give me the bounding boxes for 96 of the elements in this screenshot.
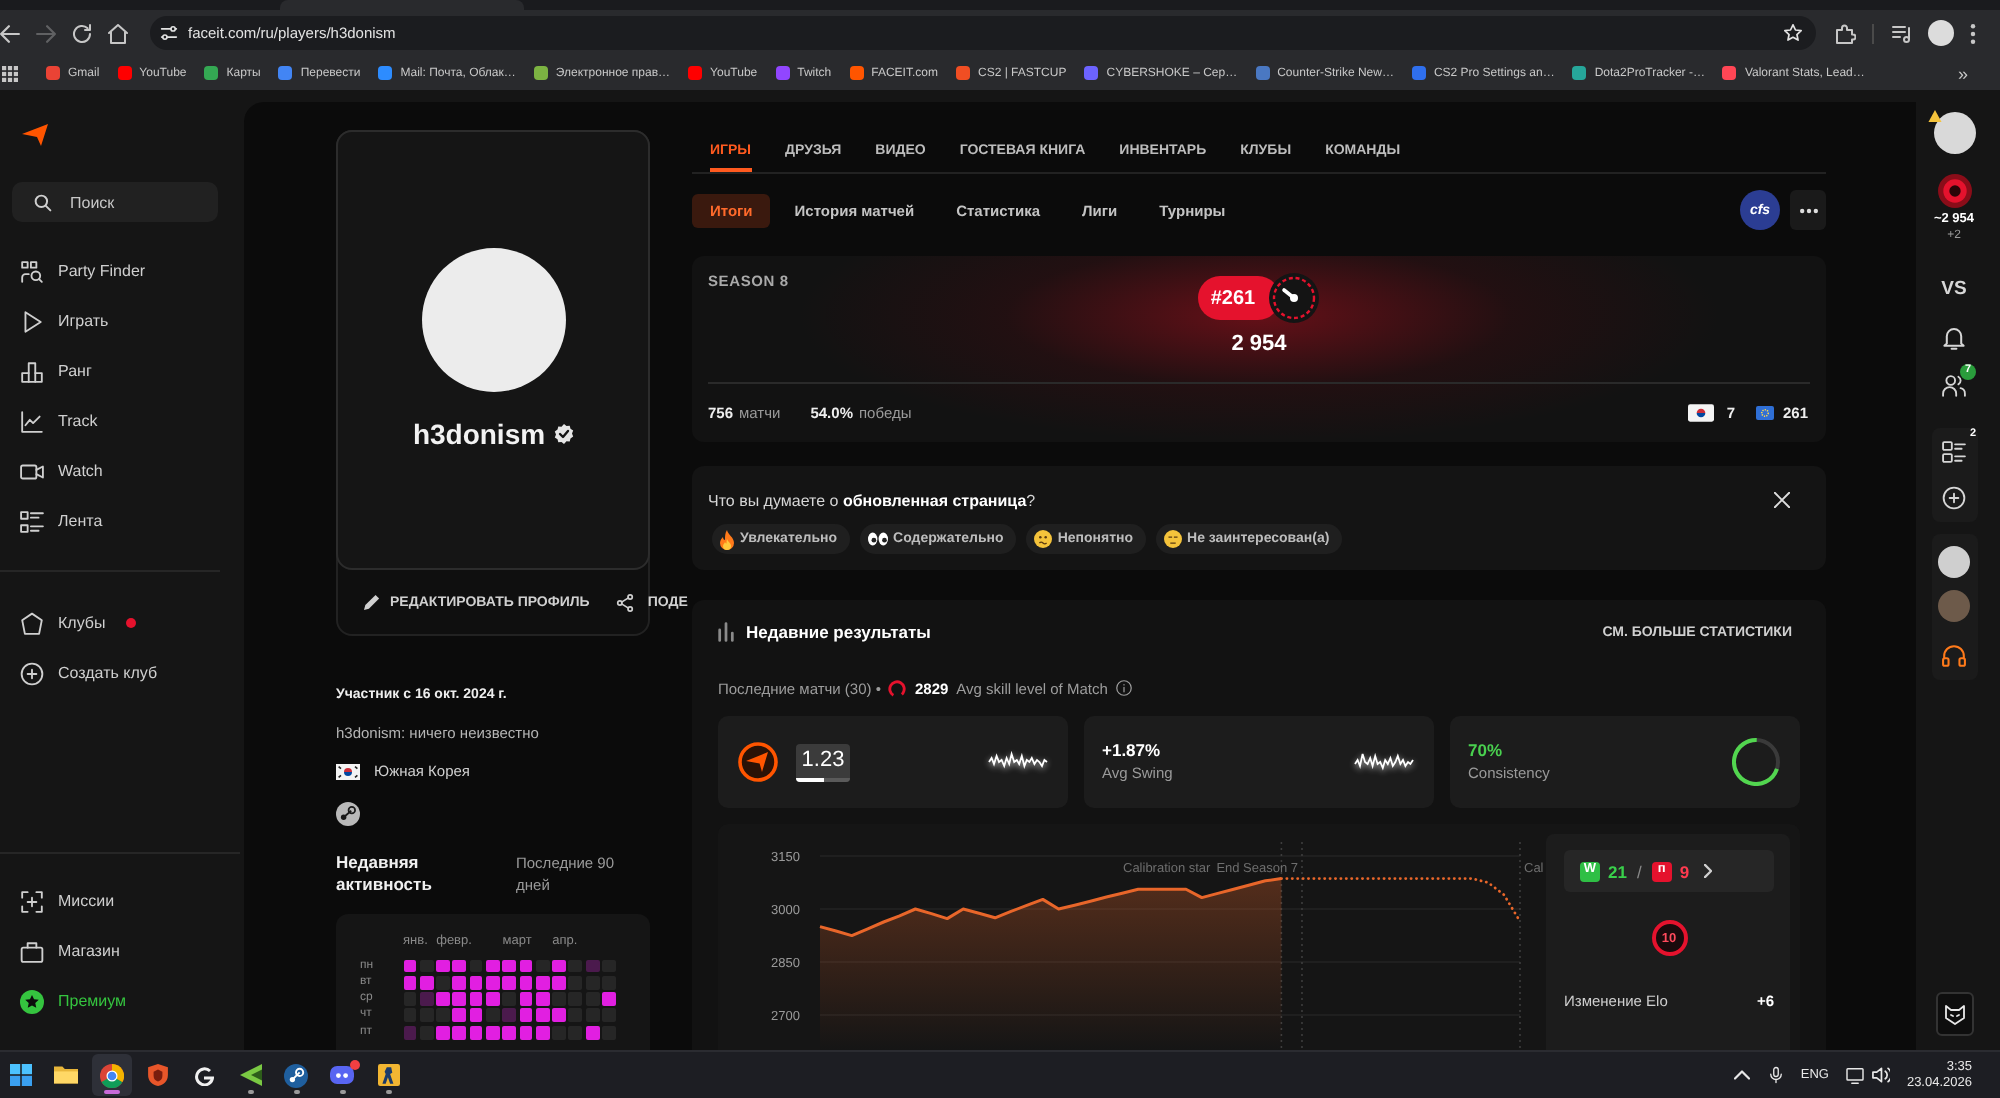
skill-gauge-icon [888,679,907,697]
nav-item[interactable]: Клубы [0,598,136,648]
bag-icon [20,939,44,963]
search-field[interactable]: Поиск [12,182,218,222]
video-camera-icon [20,459,44,483]
progress-ring [1732,738,1780,786]
rank-badge: #261 [1198,276,1280,320]
nav-item[interactable]: Ранг [0,346,92,396]
warning-icon [1927,110,1941,122]
avatar[interactable] [1928,20,1954,46]
chevron-right-icon[interactable] [1703,864,1712,878]
arrow-circle-icon [738,742,778,782]
line-chart-icon [20,409,44,433]
search-icon [34,193,52,211]
vs-button[interactable]: VS [1941,278,1967,300]
puzzle-icon[interactable] [1836,23,1856,43]
reload-icon[interactable] [72,23,92,43]
sparkline [988,750,1048,774]
wins-count: 21 [1608,861,1627,881]
avatar[interactable] [1933,112,1975,154]
nav-item[interactable]: Лента [0,496,103,546]
pencil-icon [364,594,380,610]
robot-face-icon[interactable] [330,1066,354,1084]
star-badge-icon [20,989,44,1013]
home-icon[interactable] [108,23,128,43]
feedback-question: Что вы думаете о обновленная страница? [708,491,1036,509]
bullseye-icon[interactable] [1937,174,1971,208]
nav-item[interactable]: Миссии [0,876,115,926]
back-icon[interactable] [0,23,20,43]
logo-icon[interactable] [22,124,48,146]
monitor-icon[interactable] [1846,1067,1865,1083]
gauge-icon [1267,272,1320,324]
target-icon [20,889,44,913]
podium-icon [20,359,44,383]
group-list-icon[interactable] [1942,440,1966,464]
info-icon[interactable] [1115,680,1132,696]
sparkline [1354,750,1414,774]
nav-item[interactable]: Party Finder [0,246,146,296]
elo-value: 2 954 [1231,330,1287,358]
folder-icon[interactable] [54,1066,78,1084]
headset-icon[interactable] [1942,644,1966,668]
triangle-icon[interactable] [239,1064,261,1086]
section-title: Недавние результаты [746,622,931,642]
list-icon [20,509,44,533]
cat-face-icon [1943,1003,1965,1025]
separator-text: / [1636,861,1642,881]
play-icon [20,309,44,333]
more-bookmarks-button[interactable]: » [1957,63,1968,83]
avatar[interactable] [1938,546,1970,578]
nav-item[interactable]: Премиум [0,976,127,1026]
close-icon[interactable] [1774,492,1790,508]
kebab-menu-icon[interactable] [1970,23,1976,43]
color-wheel-icon[interactable] [100,1063,124,1087]
microphone-icon[interactable] [1770,1066,1783,1084]
nav-item[interactable]: Watch [0,446,103,496]
rail-button[interactable] [1935,992,1973,1036]
flag-icon [1756,406,1775,420]
more-icon [1799,207,1817,213]
bar-chart-icon [718,622,734,642]
nav-item[interactable]: Track [0,396,98,446]
rating-value: 1.23 [799,745,847,775]
nav-item[interactable]: Играть [0,296,109,346]
circle-logo-icon[interactable] [336,802,360,826]
eyes-icon [867,532,888,546]
apps-grid-icon[interactable] [2,65,18,81]
more-button[interactable] [1790,190,1826,230]
start-icon[interactable] [9,1064,31,1086]
figure-icon[interactable] [377,1064,399,1086]
users-icon[interactable] [1942,374,1966,398]
section-title: Недавняя активность [336,852,434,896]
taskbar-button[interactable] [92,1054,132,1096]
fire-icon [720,529,734,549]
plus-circle-icon[interactable] [1942,486,1966,510]
flag-icon [336,764,360,780]
flag-icon [1688,404,1715,422]
losses-count: 9 [1679,861,1690,881]
star-icon[interactable] [1784,24,1802,42]
nav-item[interactable]: Создать клуб [0,648,158,698]
unamused-face-icon [1163,530,1182,548]
pentagon-icon [20,611,44,635]
people-search-icon [20,259,44,283]
tune-icon[interactable] [160,24,178,42]
plus-circle-icon [20,661,44,685]
g-logo-icon[interactable] [194,1065,214,1085]
share-icon [615,593,634,611]
speaker-icon[interactable] [1872,1066,1891,1084]
circle-logo-icon[interactable] [284,1063,308,1087]
shield-icon[interactable] [148,1064,168,1086]
confused-face-icon [1033,530,1052,548]
profile-name: h3donism [412,418,546,450]
stat-value: 70% [1468,740,1505,762]
playlist-icon[interactable] [1892,23,1912,43]
bell-icon[interactable] [1942,326,1966,350]
chevron-up-icon[interactable] [1734,1070,1751,1080]
stat-value: +1.87% [1102,740,1163,762]
nav-item[interactable]: Магазин [0,926,120,976]
